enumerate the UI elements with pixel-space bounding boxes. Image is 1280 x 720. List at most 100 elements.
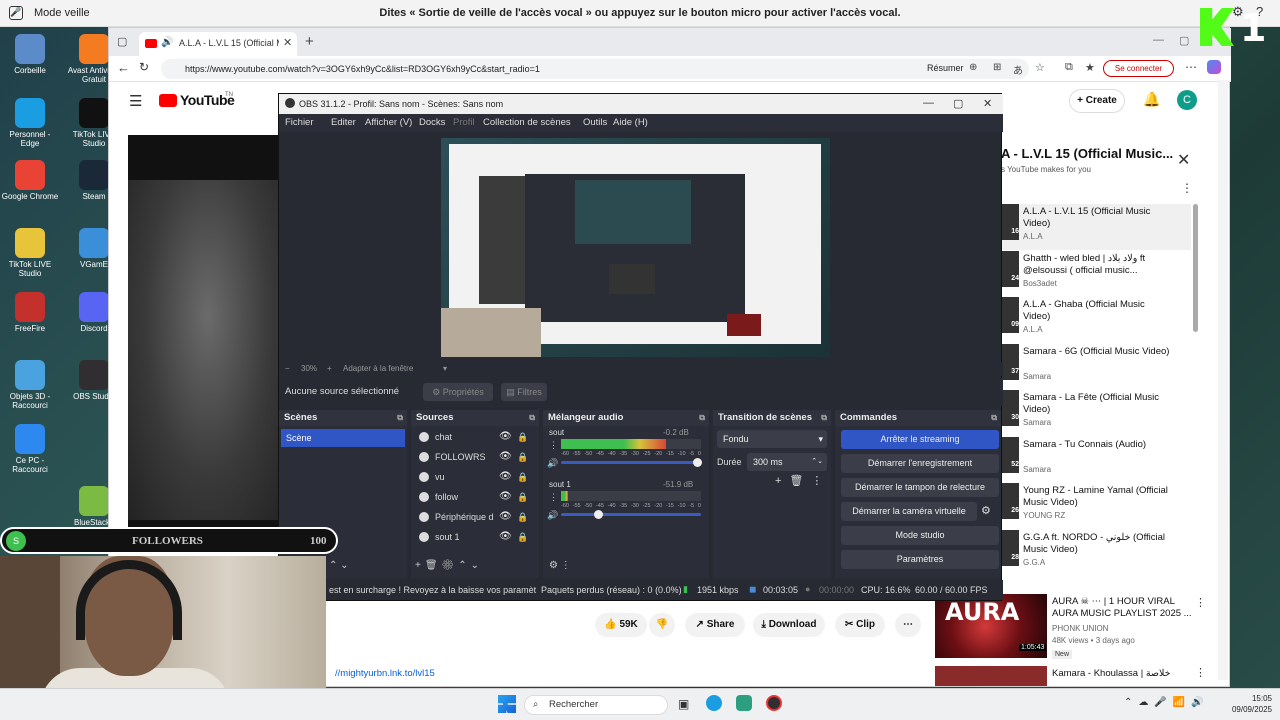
system-tray-icons[interactable]: ⌃☁🎤📶🔊 (1124, 697, 1210, 708)
dock-icon[interactable]: ⧉ (821, 410, 827, 426)
playlist-scrollbar[interactable] (1193, 204, 1198, 332)
zoom-out-icon[interactable]: − (285, 364, 290, 373)
eye-icon[interactable]: 👁 (499, 428, 512, 446)
command-button[interactable]: Arrêter le streaming (841, 430, 999, 449)
video-more-icon[interactable]: ⋮ (1195, 666, 1206, 679)
like-button[interactable]: 👍 59K (595, 613, 647, 637)
tab-youtube[interactable]: 🔊 A.L.A - L.V.L 15 (Official Mus ✕ (139, 32, 297, 56)
app-icon[interactable] (736, 695, 752, 711)
volume-icon[interactable]: 🔊 (547, 458, 558, 469)
close-playlist-icon[interactable]: ✕ (1177, 150, 1190, 170)
playlist-item[interactable]: 09 A.L.A - Ghaba (Official Music Video) A.… (1001, 297, 1191, 343)
channel-menu-icon[interactable]: ⋮ (549, 440, 558, 451)
task-view-icon[interactable]: ▣ (678, 697, 689, 711)
menu-icon[interactable]: ☰ (129, 92, 142, 110)
properties-button[interactable]: ⚙ Propriétés (423, 383, 493, 401)
eye-icon[interactable]: 👁 (499, 488, 512, 506)
chevron-down-icon[interactable]: ▾ (443, 364, 447, 373)
source-item[interactable]: chat 👁 🔒 (415, 428, 533, 446)
volume-icon[interactable]: 🔊 (547, 510, 558, 521)
eye-icon[interactable]: 👁 (499, 468, 512, 486)
source-item[interactable]: Périphérique d 👁 🔒 (415, 508, 533, 526)
menu-item[interactable]: Outils (583, 117, 607, 128)
menu-item[interactable]: Profil (453, 117, 475, 128)
command-button[interactable]: Mode studio (841, 526, 999, 545)
playlist-item[interactable]: 52 Samara - Tu Connais (Audio) Samara (1001, 436, 1191, 483)
url-field[interactable]: https://www.youtube.com/watch?v=3OGY6xh9… (161, 59, 1029, 79)
menu-item[interactable]: Afficher (V) (365, 117, 412, 128)
dock-icon[interactable]: ⧉ (529, 410, 535, 426)
menu-item[interactable]: Editer (331, 117, 356, 128)
desktop-icon[interactable]: Personnel - Edge (0, 98, 60, 148)
page-scrollbar[interactable] (1218, 80, 1228, 680)
move-scene-icon[interactable]: ⌃ ⌄ (329, 560, 349, 571)
playlist-item[interactable]: 37 Samara - 6G (Official Music Video) Sama… (1001, 343, 1191, 390)
back-icon[interactable]: ← (117, 60, 130, 75)
desktop-icon[interactable]: Google Chrome (0, 160, 60, 201)
playlist-item[interactable]: 30 Samara - La Fête (Official Music Video… (1001, 390, 1191, 436)
desktop-icon[interactable]: TikTok LIVE Studio (0, 228, 60, 278)
lock-icon[interactable]: 🔒 (517, 488, 528, 506)
desktop-icon[interactable]: Corbeille (0, 34, 60, 75)
playlist-more-icon[interactable]: ⋮ (1181, 181, 1193, 195)
speaker-icon[interactable]: 🔊 (161, 37, 173, 48)
eye-icon[interactable]: 👁 (499, 528, 512, 546)
dock-icon[interactable]: ⧉ (397, 410, 403, 426)
reload-icon[interactable]: ↻ (139, 60, 149, 74)
close-icon[interactable]: ✕ (983, 97, 992, 110)
maximize-icon[interactable]: ▢ (1179, 34, 1189, 47)
command-button[interactable]: Démarrer l'enregistrement (841, 454, 999, 473)
download-button[interactable]: ⤓ Download (753, 613, 825, 637)
favorites-icon[interactable]: ★ (1085, 61, 1095, 74)
maximize-icon[interactable]: ▢ (953, 97, 963, 110)
playlist-item[interactable]: 28 G.G.A ft. NORDO - خلوني (Official Musi… (1001, 529, 1191, 576)
transition-select[interactable]: Fondu ▾ (717, 430, 827, 448)
dock-icon[interactable]: ⧉ (991, 410, 997, 426)
slider-handle[interactable] (594, 510, 603, 519)
scene-item[interactable]: Scène (281, 429, 405, 447)
fit-to-window[interactable]: Adapter à la fenêtre (343, 364, 413, 373)
menu-item[interactable]: Docks (419, 117, 445, 128)
volume-slider[interactable] (561, 510, 701, 519)
playlist-item[interactable]: 24 Ghatth - wled bled | ولاد بلاد ft @els… (1001, 250, 1191, 297)
close-tab-icon[interactable]: ✕ (283, 36, 292, 49)
notifications-icon[interactable]: 🔔 (1143, 91, 1160, 108)
edge-icon[interactable] (706, 695, 722, 711)
obs-taskbar-icon[interactable] (766, 695, 782, 711)
menu-item[interactable]: Aide (H) (613, 117, 648, 128)
video-more-icon[interactable]: ⋮ (1195, 596, 1206, 609)
minimize-icon[interactable]: — (1153, 34, 1164, 46)
video-player[interactable] (128, 135, 288, 550)
new-tab-icon[interactable]: + (305, 33, 314, 50)
avatar[interactable]: C (1177, 90, 1197, 110)
dislike-button[interactable]: 👎 (649, 613, 675, 637)
minimize-icon[interactable]: — (923, 97, 934, 109)
clock[interactable]: 15:05 09/09/2025 (1226, 693, 1272, 715)
desktop-icon[interactable]: Ce PC - Raccourci (0, 424, 60, 474)
recommended-video[interactable]: AURA 1:05:43 AURA ☠ ⋯ | 1 HOUR VIRAL AUR… (935, 594, 1225, 666)
duration-field[interactable]: 300 ms ⌃⌄ (747, 453, 827, 471)
lock-icon[interactable]: 🔒 (517, 508, 528, 526)
slider-handle[interactable] (693, 458, 702, 467)
lock-icon[interactable]: 🔒 (517, 528, 528, 546)
source-item[interactable]: vu 👁 🔒 (415, 468, 533, 486)
playlist-item[interactable]: 26 Young RZ - Lamine Yamal (Official Musi… (1001, 483, 1191, 529)
share-button[interactable]: ↗ Share (685, 613, 745, 637)
channel-menu-icon[interactable]: ⋮ (549, 492, 558, 503)
description-link[interactable]: //mightyurbn.lnk.to/lvl15 (335, 668, 435, 679)
obs-preview[interactable] (441, 138, 830, 357)
transition-actions-icons[interactable]: +🗑⋮ (775, 474, 830, 487)
source-item[interactable]: sout 1 👁 🔒 (415, 528, 533, 546)
extensions-icon[interactable]: ⧉ (1065, 61, 1073, 74)
eye-icon[interactable]: 👁 (499, 508, 512, 526)
create-button[interactable]: + Create (1069, 89, 1125, 113)
translate-icon[interactable]: ⊕ (969, 62, 977, 73)
playlist-item[interactable]: 16 A.L.A - L.V.L 15 (Official Music Video… (1001, 204, 1191, 250)
menu-item[interactable]: Fichier (285, 117, 314, 128)
lock-icon[interactable]: 🔒 (517, 428, 528, 446)
apps-icon[interactable]: ⊞ (993, 62, 1001, 73)
recommended-video[interactable]: Kamara - Khoulassa | خلاصة ⋮ (935, 666, 1225, 686)
taskbar-search[interactable]: ⌕ Rechercher (524, 695, 668, 715)
eye-icon[interactable]: 👁 (499, 448, 512, 466)
read-aloud-icon[interactable]: あ (1013, 62, 1023, 77)
